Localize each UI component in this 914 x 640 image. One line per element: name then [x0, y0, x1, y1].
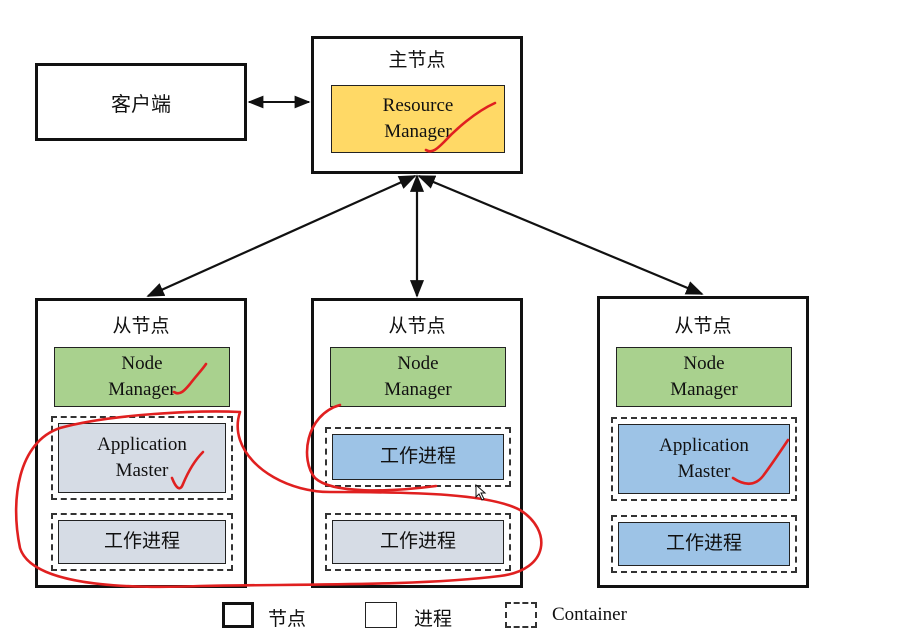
check-mark-app-master-1 — [170, 450, 205, 490]
legend: 节点 进程 Container — [222, 600, 662, 634]
legend-process-label: 进程 — [414, 609, 453, 630]
check-mark-app-master-3 — [731, 438, 790, 486]
connectors-layer — [14, 95, 790, 589]
legend-container-swatch — [505, 602, 537, 628]
check-mark-node-manager-1 — [172, 362, 208, 395]
annotation-loop-left — [14, 410, 543, 589]
annotation-loop-middle — [305, 403, 438, 492]
legend-container-label: Container — [552, 604, 627, 625]
check-mark-resource-manager — [424, 101, 497, 153]
legend-node-swatch — [222, 602, 254, 628]
master-slave1-arrow — [146, 174, 417, 298]
legend-process-swatch — [365, 602, 397, 628]
master-slave3-arrow — [417, 174, 704, 296]
legend-node-label: 节点 — [268, 609, 307, 630]
